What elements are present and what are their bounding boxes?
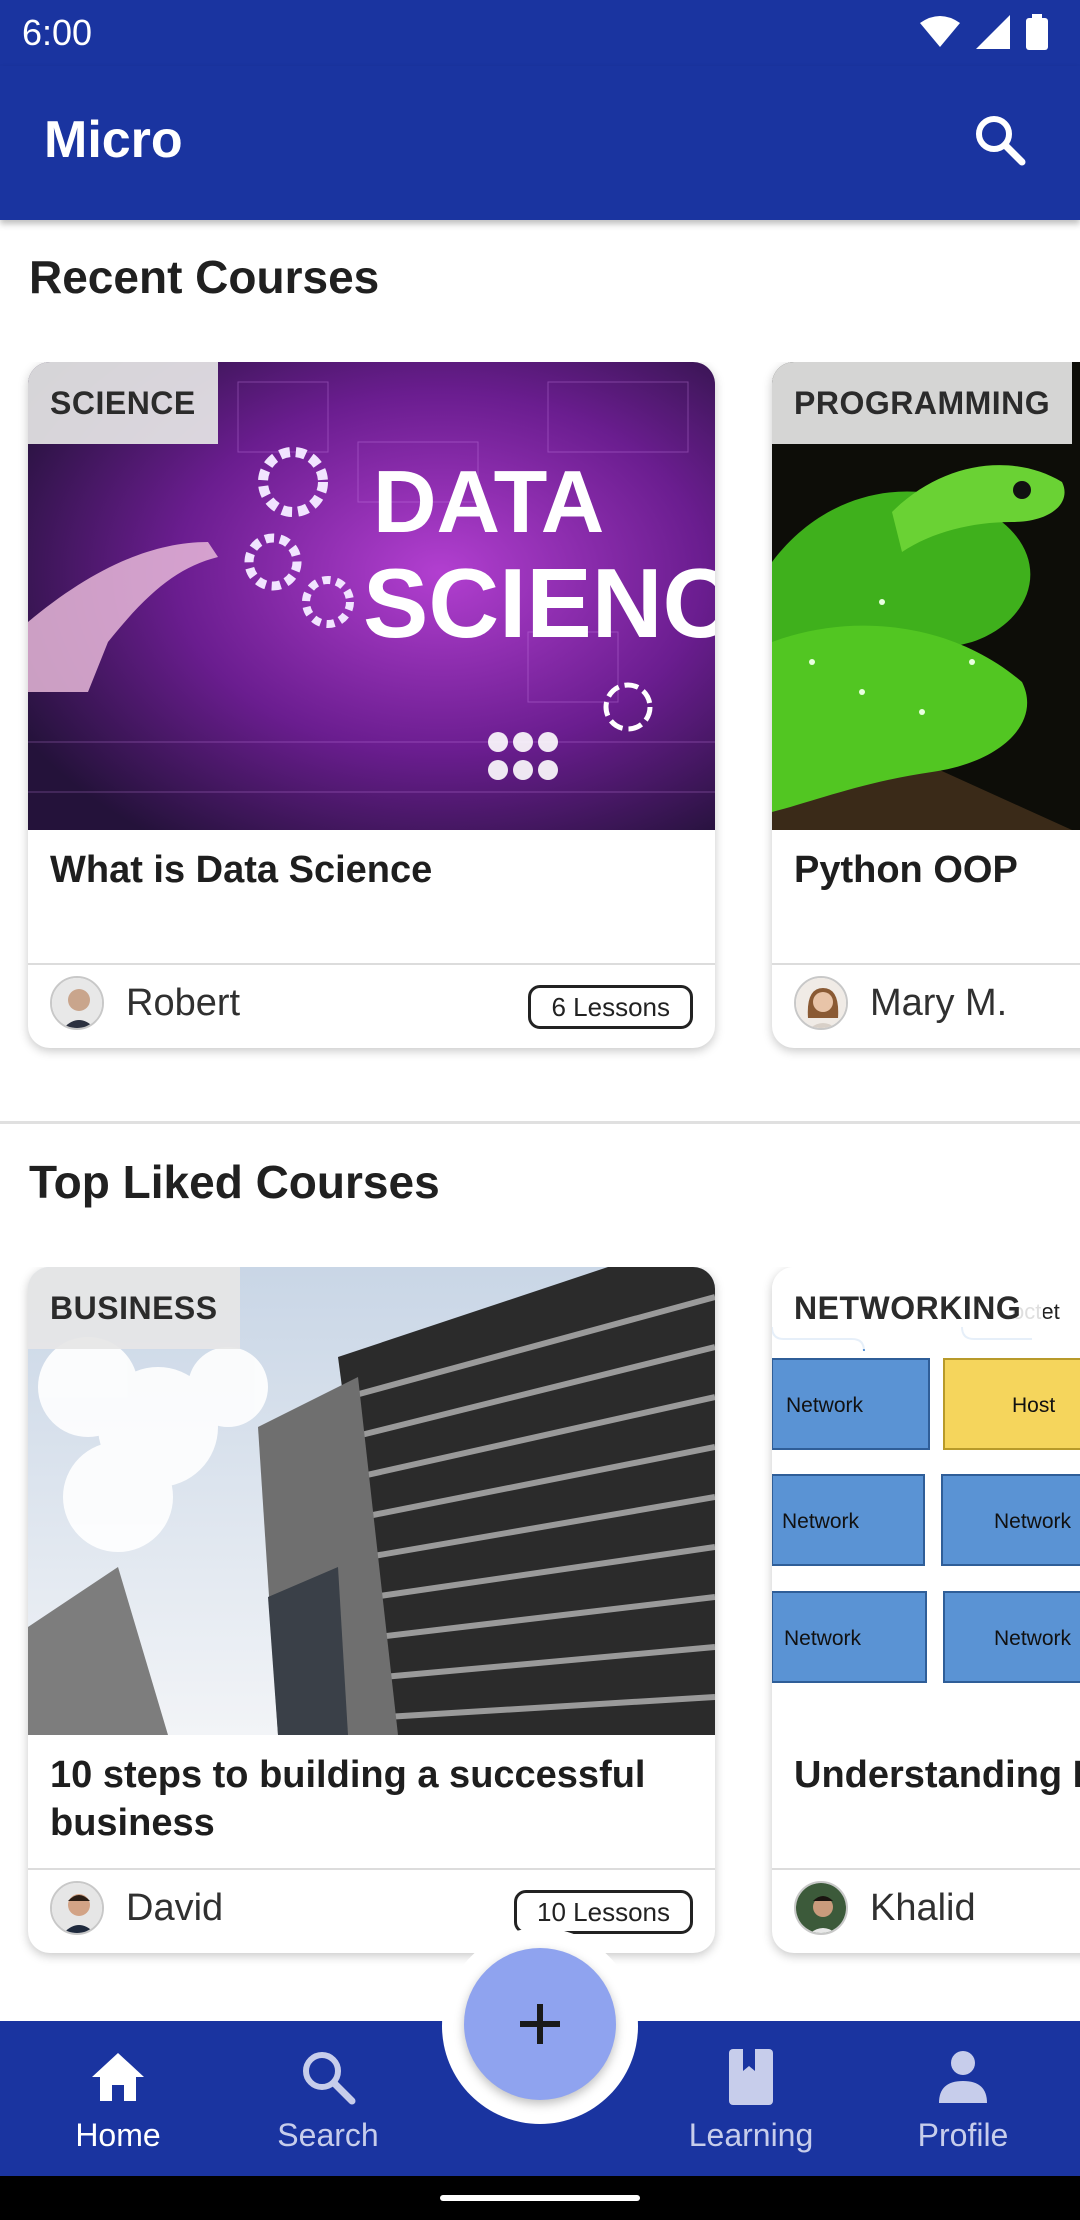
author-row: Khalid [794, 1881, 976, 1935]
course-card[interactable]: BUSINESS 10 steps to building a successf… [28, 1267, 715, 1953]
plus-icon [520, 2004, 560, 2044]
author-row: Robert [50, 976, 240, 1030]
nav-home-label: Home [75, 2117, 161, 2153]
card-divider [772, 963, 1080, 965]
course-card[interactable]: PROGRAMMING Python OOP Mary M. [772, 362, 1080, 1048]
category-tag: SCIENCE [28, 362, 218, 444]
diagram-cell: Network [994, 1510, 1072, 1533]
app-bar: Micro [0, 66, 1080, 220]
home-icon [92, 2053, 144, 2101]
avatar [794, 976, 848, 1030]
status-time: 6:00 [22, 12, 93, 53]
section-divider [0, 1121, 1080, 1124]
nav-profile-label: Profile [917, 2117, 1009, 2153]
card-divider [772, 1868, 1080, 1870]
category-tag: BUSINESS [28, 1267, 240, 1349]
course-card[interactable]: DATA SCIENCE SCIENCE What is Data Scienc… [28, 362, 715, 1048]
avatar [794, 1881, 848, 1935]
book-icon [729, 2049, 773, 2105]
author-name: Mary M. [870, 981, 1008, 1024]
nav-search-label: Search [277, 2117, 379, 2153]
home-gesture-handle[interactable] [440, 2195, 640, 2201]
nav-search[interactable]: Search [222, 2021, 434, 2176]
card-divider [28, 1868, 715, 1870]
course-title: Understanding I [794, 1754, 1080, 1796]
author-name: Robert [126, 981, 241, 1024]
gesture-bar [0, 2176, 1080, 2220]
course-title: What is Data Science [50, 849, 433, 891]
category-tag: PROGRAMMING [772, 362, 1073, 444]
nav-home[interactable]: Home [12, 2021, 224, 2176]
avatar [50, 976, 104, 1030]
nav-profile[interactable]: Profile [857, 2021, 1069, 2176]
author-row: Mary M. [794, 976, 1007, 1030]
top-liked-courses-list[interactable]: BUSINESS 10 steps to building a successf… [0, 1267, 1080, 1967]
diagram-cell: Host [1012, 1394, 1055, 1417]
top-liked-courses-title: Top Liked Courses [29, 1156, 440, 1208]
image-text-data: DATA [373, 452, 604, 551]
avatar [50, 1881, 104, 1935]
lessons-badge: 6 Lessons [528, 985, 693, 1029]
diagram-cell: Network [994, 1627, 1072, 1650]
category-tag: NETWORKING [772, 1267, 1044, 1349]
wifi-icon [920, 16, 960, 47]
diagram-cell: Network [784, 1627, 862, 1650]
add-button[interactable] [464, 1948, 616, 2100]
diagram-cell: Network [786, 1394, 864, 1417]
author-name: David [126, 1886, 224, 1929]
nav-learning-label: Learning [688, 2117, 814, 2153]
recent-courses-list[interactable]: DATA SCIENCE SCIENCE What is Data Scienc… [0, 362, 1080, 1062]
diagram-cell: Network [782, 1510, 860, 1533]
nav-learning[interactable]: Learning [645, 2021, 857, 2176]
course-title: 10 steps to building a successful busine… [50, 1754, 646, 1844]
battery-icon [1026, 14, 1048, 50]
status-bar: 6:00 [0, 0, 1080, 66]
author-name: Khalid [870, 1886, 976, 1929]
search-icon [303, 2052, 356, 2105]
person-icon [939, 2051, 987, 2103]
app-title: Micro [44, 111, 183, 169]
system-icons [920, 14, 1048, 50]
course-title: Python OOP [794, 849, 1018, 891]
course-card[interactable]: octet Network Host Network Network Netwo… [772, 1267, 1080, 1953]
recent-courses-title: Recent Courses [29, 251, 380, 303]
image-text-science: SCIENCE [363, 548, 715, 658]
signal-icon [976, 15, 1010, 49]
search-icon[interactable] [970, 110, 1030, 170]
author-row: David [50, 1881, 223, 1935]
card-divider [28, 963, 715, 965]
